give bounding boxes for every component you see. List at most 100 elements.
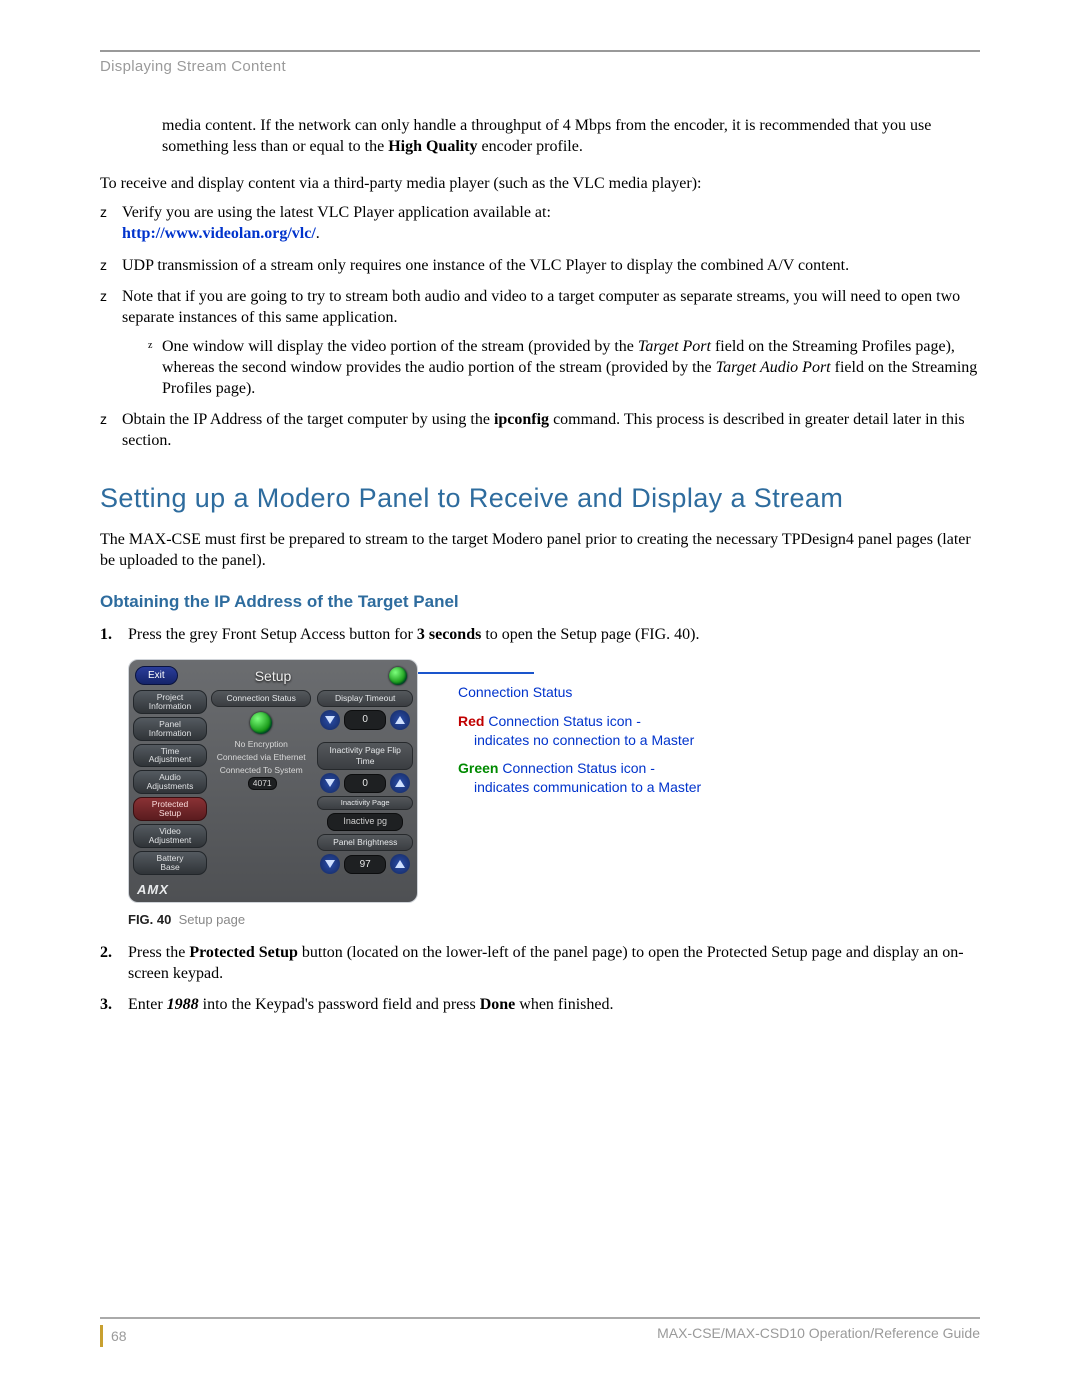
protected-setup-bold: Protected Setup: [189, 944, 298, 961]
ipconfig-bold: ipconfig: [494, 411, 549, 428]
text: encoder profile.: [478, 138, 583, 155]
red-label: Red: [458, 713, 484, 729]
exit-button[interactable]: Exit: [135, 666, 178, 685]
text: Note that if you are going to try to str…: [122, 288, 960, 326]
connection-status-caption: Connection Status: [211, 690, 311, 707]
audio-adjustments-button[interactable]: AudioAdjustments: [133, 770, 207, 794]
intro-paragraph-1: media content. If the network can only h…: [162, 115, 980, 157]
protected-setup-button[interactable]: ProtectedSetup: [133, 797, 207, 821]
text: Enter: [128, 996, 167, 1013]
text: Connection Status icon -: [498, 760, 654, 776]
time-adjustment-button[interactable]: TimeAdjustment: [133, 744, 207, 768]
text: Connection Status icon -: [484, 713, 640, 729]
setup-body: ProjectInformation PanelInformation Time…: [133, 690, 413, 898]
footer-row: 68 MAX-CSE/MAX-CSD10 Operation/Reference…: [100, 1325, 980, 1347]
top-rule: [100, 50, 980, 52]
amx-logo: AMX: [137, 881, 207, 898]
text: Obtain the IP Address of the target comp…: [122, 411, 494, 428]
text: Verify you are using the latest VLC Play…: [122, 204, 551, 221]
arrow-up-icon[interactable]: [390, 773, 410, 793]
footer-rule: [100, 1317, 980, 1319]
steps-list-cont: 2. Press the Protected Setup button (loc…: [100, 942, 980, 1015]
bullet-item: Obtain the IP Address of the target comp…: [100, 409, 980, 451]
setup-panel-screenshot: Exit Setup ProjectInformation PanelInfor…: [128, 659, 418, 903]
label: ProjectInformation: [149, 692, 192, 711]
step-number: 1.: [100, 624, 112, 645]
status-lines: No Encryption Connected via Ethernet Con…: [211, 739, 311, 790]
annotation-title: Connection Status: [458, 683, 701, 702]
label: AudioAdjustments: [147, 772, 194, 791]
arrow-down-icon[interactable]: [320, 710, 340, 730]
label: TimeAdjustment: [149, 746, 192, 765]
sub-bullet-list: One window will display the video portio…: [148, 336, 980, 399]
display-timeout-stepper: 0: [317, 710, 413, 730]
heading-3: Obtaining the IP Address of the Target P…: [100, 591, 980, 613]
inactive-page-value: Inactive pg: [327, 813, 403, 831]
page: Displaying Stream Content media content.…: [0, 0, 1080, 1397]
brightness-stepper: 97: [317, 854, 413, 874]
step-1: 1. Press the grey Front Setup Access but…: [100, 624, 980, 645]
video-adjustment-button[interactable]: VideoAdjustment: [133, 824, 207, 848]
annotation-red: Red Connection Status icon - indicates n…: [458, 712, 701, 750]
arrow-down-icon[interactable]: [320, 854, 340, 874]
connected-via-ethernet-text: Connected via Ethernet: [211, 752, 311, 763]
text: One window will display the video portio…: [162, 338, 638, 355]
done-bold: Done: [480, 996, 516, 1013]
left-button-column: ProjectInformation PanelInformation Time…: [133, 690, 207, 898]
annotation-green: Green Connection Status icon - indicates…: [458, 759, 701, 797]
text: Press the grey Front Setup Access button…: [128, 626, 417, 643]
figure-40: Exit Setup ProjectInformation PanelInfor…: [128, 659, 980, 903]
battery-base-button[interactable]: BatteryBase: [133, 851, 207, 875]
steps-list: 1. Press the grey Front Setup Access but…: [100, 624, 980, 645]
bullet-list: Verify you are using the latest VLC Play…: [100, 202, 980, 451]
red-sub: indicates no connection to a Master: [458, 731, 701, 750]
vlc-link[interactable]: http://www.videolan.org/vlc/: [122, 225, 316, 242]
arrow-up-icon[interactable]: [390, 710, 410, 730]
section-header: Displaying Stream Content: [100, 58, 980, 75]
text: into the Keypad's password field and pre…: [199, 996, 480, 1013]
project-information-button[interactable]: ProjectInformation: [133, 690, 207, 714]
arrow-up-icon[interactable]: [390, 854, 410, 874]
connected-to-system-text: Connected To System 4071: [211, 765, 311, 789]
label: BatteryBase: [157, 853, 184, 872]
page-number: 68: [100, 1325, 127, 1347]
step-number: 2.: [100, 942, 112, 963]
bullet-item: Verify you are using the latest VLC Play…: [100, 202, 980, 244]
callout-line: [404, 672, 534, 674]
paragraph: The MAX-CSE must first be prepared to st…: [100, 529, 980, 571]
panel-information-button[interactable]: PanelInformation: [133, 717, 207, 741]
setup-titlebar: Exit Setup: [133, 664, 413, 688]
figure-caption: FIG. 40 Setup page: [128, 911, 980, 928]
text: Press the: [128, 944, 189, 961]
inactivity-value: 0: [344, 774, 386, 793]
right-column: Connection Status No Encryption Connecte…: [211, 690, 413, 898]
figure-annotations: Connection Status Red Connection Status …: [458, 683, 701, 807]
connection-status-led-icon: [389, 667, 407, 685]
step-number: 3.: [100, 994, 112, 1015]
body-area: media content. If the network can only h…: [100, 115, 980, 1015]
brightness-value: 97: [344, 855, 386, 874]
sub-bullet-item: One window will display the video portio…: [148, 336, 980, 399]
no-encryption-text: No Encryption: [211, 739, 311, 750]
password-1988: 1988: [167, 996, 199, 1013]
system-number-value: 4071: [248, 777, 277, 790]
inactivity-caption: Inactivity Page Flip Time: [317, 742, 413, 770]
label: ProtectedSetup: [152, 799, 188, 818]
target-port-italic: Target Port: [638, 338, 711, 355]
green-label: Green: [458, 760, 498, 776]
connection-status-block: Connection Status No Encryption Connecte…: [211, 690, 311, 875]
target-audio-port-italic: Target Audio Port: [716, 359, 831, 376]
connection-status-led-icon: [250, 712, 272, 734]
step-3: 3. Enter 1988 into the Keypad's password…: [100, 994, 980, 1015]
display-timeout-value: 0: [344, 710, 386, 729]
text: Connected To System: [220, 765, 303, 775]
bullet-item: UDP transmission of a stream only requir…: [100, 255, 980, 276]
display-timeout-caption: Display Timeout: [317, 690, 413, 707]
three-seconds-bold: 3 seconds: [417, 626, 481, 643]
inactivity-stepper: 0: [317, 773, 413, 793]
text: .: [316, 225, 320, 242]
arrow-down-icon[interactable]: [320, 773, 340, 793]
green-sub: indicates communication to a Master: [458, 778, 701, 797]
high-quality-bold: High Quality: [388, 138, 477, 155]
inactivity-page-label: Inactivity Page: [317, 796, 413, 810]
